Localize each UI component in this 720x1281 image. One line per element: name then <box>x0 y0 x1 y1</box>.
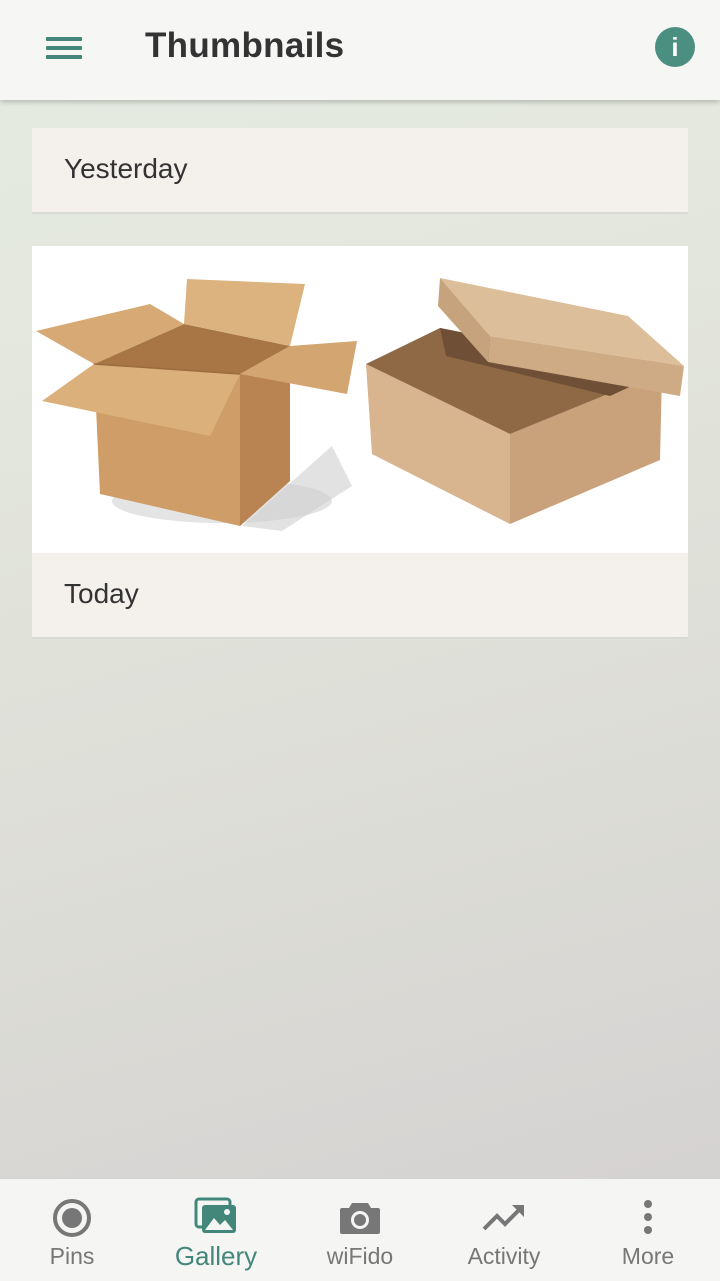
trending-up-icon <box>482 1197 526 1242</box>
section-label-today: Today <box>64 578 139 609</box>
thumbnail-row <box>32 246 688 553</box>
target-icon <box>51 1197 93 1244</box>
thumbnail-open-box[interactable] <box>32 246 360 553</box>
nav-label-gallery: Gallery <box>174 1241 258 1271</box>
section-yesterday[interactable]: Yesterday <box>32 128 688 214</box>
info-icon[interactable]: i <box>655 27 695 67</box>
section-today: Today <box>32 246 688 639</box>
more-vert-icon <box>642 1197 654 1242</box>
nav-label-more: More <box>621 1243 675 1269</box>
nav-item-gallery[interactable]: Gallery <box>144 1179 288 1281</box>
nav-item-wifido[interactable]: wiFido <box>288 1179 432 1281</box>
page-title: Thumbnails <box>145 26 345 65</box>
hamburger-menu-icon[interactable] <box>30 30 82 70</box>
camera-icon <box>338 1197 382 1242</box>
app-bar: Thumbnails i <box>0 0 720 100</box>
nav-item-more[interactable]: More <box>576 1179 720 1281</box>
bottom-navigation: Pins Gallery wiFido Activity More <box>0 1178 720 1281</box>
nav-label-pins: Pins <box>49 1243 95 1269</box>
section-label-yesterday: Yesterday <box>64 153 188 184</box>
nav-item-pins[interactable]: Pins <box>0 1179 144 1281</box>
thumbnail-kraft-box[interactable] <box>360 246 688 553</box>
gallery-icon <box>194 1197 238 1242</box>
nav-label-wifido: wiFido <box>326 1243 394 1269</box>
nav-item-activity[interactable]: Activity <box>432 1179 576 1281</box>
nav-label-activity: Activity <box>467 1243 541 1269</box>
